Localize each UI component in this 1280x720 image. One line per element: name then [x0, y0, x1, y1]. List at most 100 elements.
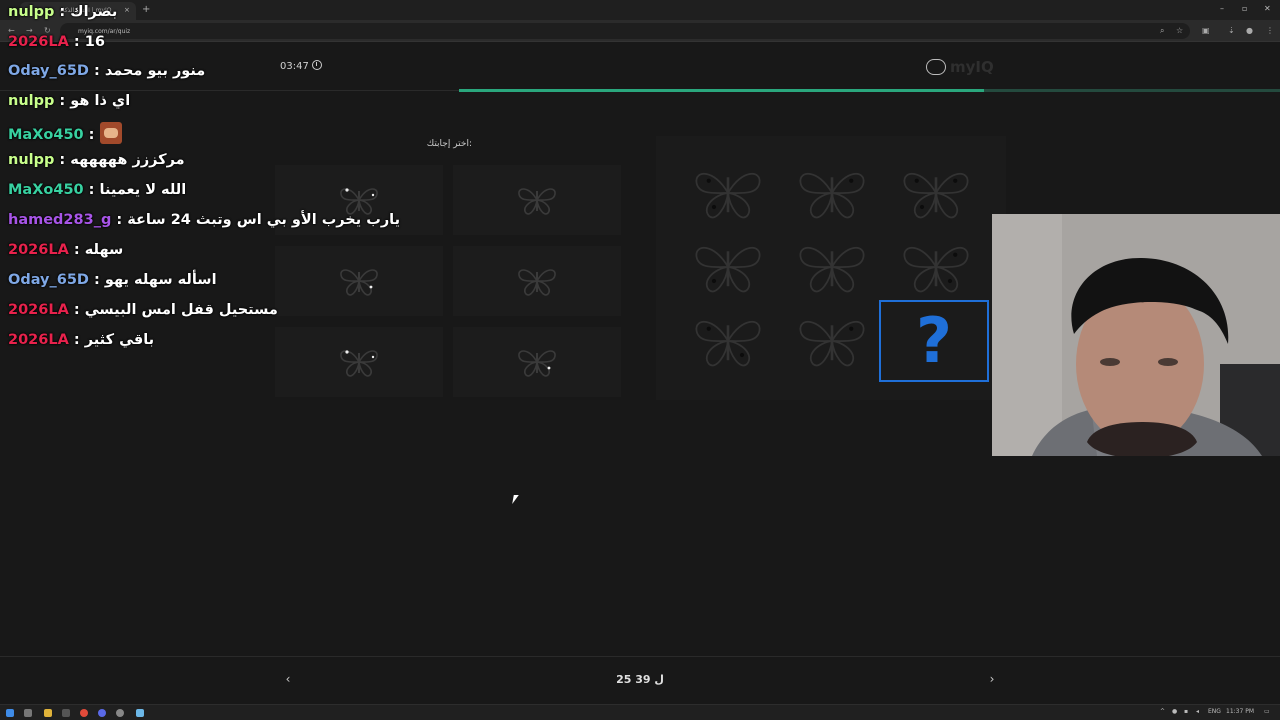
address-bar: ← → ↻ myiq.com/ar/quiz ⌕ ☆ ▣ ⇣ ● ⋮	[0, 20, 1280, 42]
butterfly-icon	[799, 321, 865, 367]
next-question-button[interactable]: ›	[984, 672, 1000, 688]
zoom-icon[interactable]: ⌕	[1160, 26, 1164, 36]
notification-icon[interactable]: ▭	[1264, 708, 1270, 715]
chat-text: اي ذا هو	[70, 93, 131, 109]
timer-value: 03:47	[280, 61, 309, 72]
new-tab-icon[interactable]: +	[142, 4, 150, 15]
prev-question-button[interactable]: ‹	[280, 672, 296, 688]
maximize-icon[interactable]: ▫	[1242, 4, 1247, 13]
progress-fill	[459, 89, 985, 92]
clock[interactable]: 11:37 PM	[1226, 708, 1254, 715]
chat-username[interactable]: hamed283_g	[8, 212, 111, 228]
start-icon[interactable]	[6, 709, 14, 717]
streamer-figure	[992, 214, 1280, 456]
network-icon[interactable]: ▪	[1184, 708, 1188, 715]
chat-username[interactable]: 2026LA	[8, 242, 69, 258]
tab-close-icon[interactable]: ×	[124, 6, 130, 14]
quiz-timer: 03:47	[280, 60, 322, 72]
menu-icon[interactable]: ⋮	[1266, 26, 1274, 35]
chat-text: بصراك	[70, 4, 118, 20]
missing-cell-question: ?	[879, 300, 989, 382]
file-explorer-icon[interactable]	[44, 709, 52, 717]
chat-text: مستحيل قفل امس البيسي	[84, 302, 278, 318]
butterfly-icon	[799, 173, 865, 219]
chat-username[interactable]: 2026LA	[8, 34, 69, 50]
language-indicator[interactable]: ENG	[1208, 708, 1221, 715]
chat-separator: :	[88, 63, 105, 79]
chat-message: 2026LA : 16	[8, 34, 105, 50]
chat-username[interactable]: nulpp	[8, 152, 54, 168]
chat-text: منور بيو محمد	[104, 63, 206, 79]
site-logo[interactable]: myIQ	[926, 58, 994, 76]
chat-emote-icon	[99, 122, 122, 144]
chevron-right-icon: ›	[989, 672, 995, 686]
screen: اختبار الذكاء | myIQ × + – ▫ ✕ ← → ↻ myi…	[0, 0, 1280, 720]
bookmark-star-icon[interactable]: ☆	[1176, 26, 1183, 35]
puzzle-cell	[885, 230, 987, 304]
url-field[interactable]: myiq.com/ar/quiz	[60, 23, 1190, 39]
chat-separator: :	[83, 127, 100, 143]
profile-icon[interactable]: ●	[1246, 26, 1253, 35]
chat-separator: :	[68, 332, 85, 348]
puzzle-cell	[677, 304, 779, 378]
answer-option-2[interactable]	[453, 165, 621, 235]
chat-username[interactable]: Oday_65D	[8, 63, 89, 79]
butterfly-icon	[903, 173, 969, 219]
answer-option-3[interactable]	[275, 246, 443, 316]
chat-separator: :	[68, 34, 85, 50]
app-icon[interactable]	[136, 709, 144, 717]
question-mark: ?	[916, 304, 952, 377]
chat-message: 2026LA : باقي كثير	[8, 332, 154, 348]
chat-message: nulpp : مركززز هههههه	[8, 152, 185, 168]
chat-separator: :	[54, 93, 71, 109]
chat-username[interactable]: 2026LA	[8, 302, 69, 318]
answer-option-5[interactable]	[275, 327, 443, 397]
tray-chevron-icon[interactable]: ^	[1160, 708, 1165, 715]
chat-message: nulpp : اي ذا هو	[8, 93, 130, 109]
chat-username[interactable]: 2026LA	[8, 332, 69, 348]
minimize-icon[interactable]: –	[1220, 4, 1224, 13]
chat-message: MaXo450 : الله لا يعمينا	[8, 182, 186, 198]
search-icon[interactable]	[24, 709, 32, 717]
butterfly-icon	[518, 269, 556, 296]
window-close-icon[interactable]: ✕	[1264, 4, 1271, 13]
chat-text: 16	[84, 34, 105, 50]
chat-username[interactable]: MaXo450	[8, 127, 84, 143]
chat-separator: :	[83, 182, 100, 198]
chat-message: Oday_65D : منور بيو محمد	[8, 63, 205, 79]
progress-bar	[459, 89, 1280, 92]
butterfly-icon	[903, 247, 969, 293]
chat-text: باقي كثير	[84, 332, 155, 348]
app-icon[interactable]	[62, 709, 70, 717]
chat-text: الله لا يعمينا	[99, 182, 187, 198]
chat-message: 2026LA : سهله	[8, 242, 123, 258]
chat-text: يارب يخرب الأو بي اس وتبث 24 ساعة	[127, 212, 401, 228]
chat-message: 2026LA : مستحيل قفل امس البيسي	[8, 302, 278, 318]
chat-separator: :	[54, 4, 71, 20]
chrome-icon[interactable]	[80, 709, 88, 717]
puzzle-cell	[781, 304, 883, 378]
butterfly-icon	[799, 247, 865, 293]
chat-username[interactable]: nulpp	[8, 4, 54, 20]
discord-icon[interactable]	[98, 709, 106, 717]
answer-prompt: اختر إجابتك:	[426, 139, 472, 149]
mic-icon[interactable]: ●	[1172, 708, 1177, 715]
downloads-icon[interactable]: ⇣	[1228, 26, 1235, 35]
chat-username[interactable]: nulpp	[8, 93, 54, 109]
question-counter: 25 ل 39	[616, 673, 664, 686]
logo-text: myIQ	[950, 58, 994, 76]
browser-tab-bar: اختبار الذكاء | myIQ × + – ▫ ✕	[0, 0, 1280, 20]
brain-icon	[926, 59, 946, 75]
chat-message: Oday_65D : اسأله سهله يهو	[8, 272, 217, 288]
extensions-icon[interactable]: ▣	[1202, 26, 1210, 35]
obs-icon[interactable]	[116, 709, 124, 717]
chat-username[interactable]: Oday_65D	[8, 272, 89, 288]
chat-username[interactable]: MaXo450	[8, 182, 84, 198]
puzzle-cell	[677, 230, 779, 304]
volume-icon[interactable]: ◂	[1196, 708, 1199, 715]
butterfly-icon	[695, 247, 761, 293]
chat-separator: :	[88, 272, 105, 288]
answer-option-4[interactable]	[453, 246, 621, 316]
answer-option-6[interactable]	[453, 327, 621, 397]
chat-separator: :	[68, 302, 85, 318]
